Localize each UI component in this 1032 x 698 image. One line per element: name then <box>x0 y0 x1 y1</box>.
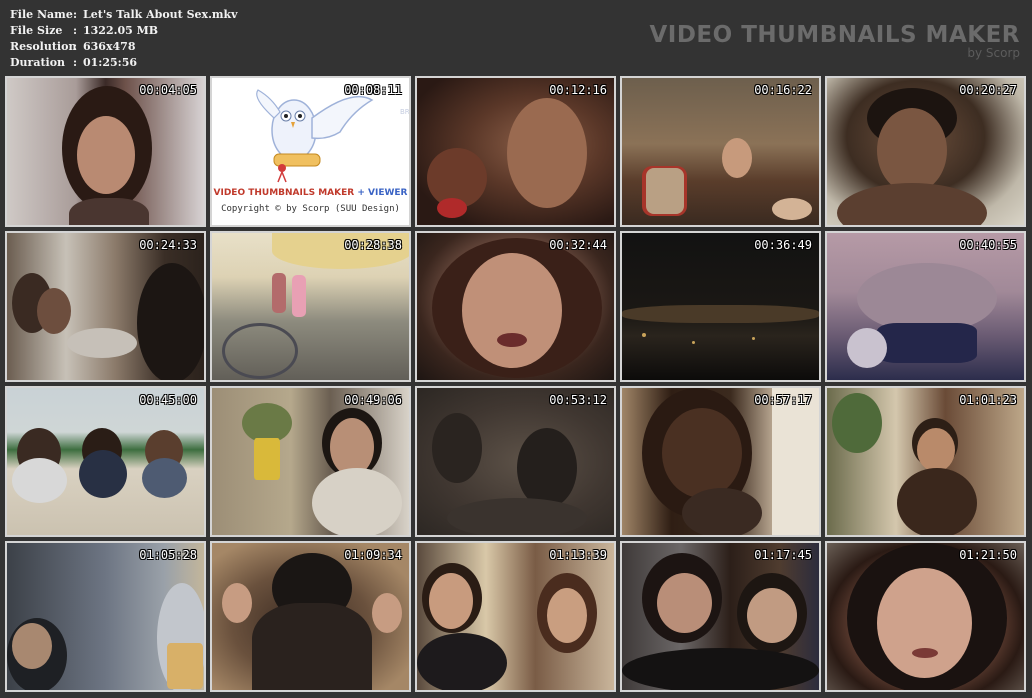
timestamp: 01:17:45 <box>754 548 812 562</box>
timestamp: 01:05:28 <box>139 548 197 562</box>
timestamp: 00:32:44 <box>549 238 607 252</box>
info-label: Duration <box>10 56 66 69</box>
info-row-file-size: File Size : 1322.05 MB <box>10 23 238 39</box>
thumbnail[interactable]: 00:16:22 <box>620 76 821 227</box>
info-label: Resolution <box>10 40 77 53</box>
frame-image <box>622 233 819 380</box>
thumbnail[interactable]: 00:40:55 <box>825 231 1026 382</box>
frame-image <box>622 388 819 535</box>
thumbnail[interactable]: 00:49:06 <box>210 386 411 537</box>
frame-image <box>212 233 409 380</box>
thumbnail[interactable]: 01:09:34 <box>210 541 411 692</box>
thumbnail[interactable]: 00:20:27 <box>825 76 1026 227</box>
info-row-duration: Duration : 01:25:56 <box>10 55 238 71</box>
timestamp: 00:49:06 <box>344 393 402 407</box>
timestamp: 00:08:11 <box>344 83 402 97</box>
timestamp: 00:04:05 <box>139 83 197 97</box>
brand-watermark: VIDEO THUMBNAILS MAKER by Scorp <box>649 22 1020 59</box>
info-separator: : <box>73 40 78 53</box>
thumbnail[interactable]: 00:32:44 <box>415 231 616 382</box>
frame-image <box>212 543 409 690</box>
thumbnail[interactable]: 00:28:38 <box>210 231 411 382</box>
timestamp: 00:36:49 <box>754 238 812 252</box>
frame-image <box>7 543 204 690</box>
thumbnail[interactable]: 01:17:45 <box>620 541 821 692</box>
thumbnail[interactable]: 00:24:33 <box>5 231 206 382</box>
info-separator: : <box>73 8 78 21</box>
thumbnail[interactable]: 00:53:12 <box>415 386 616 537</box>
info-value: 1322.05 MB <box>83 24 159 37</box>
frame-image <box>7 233 204 380</box>
thumbnail[interactable]: 00:36:49 <box>620 231 821 382</box>
frame-image <box>417 233 614 380</box>
thumbnail[interactable]: 01:01:23 <box>825 386 1026 537</box>
logo-title-red: VIDEO THUMBNAILS MAKER <box>213 188 355 198</box>
thumbnail[interactable]: 00:45:00 <box>5 386 206 537</box>
timestamp: 00:24:33 <box>139 238 197 252</box>
info-value: 01:25:56 <box>83 56 138 69</box>
thumbnail[interactable]: 01:13:39 <box>415 541 616 692</box>
info-label: File Name <box>10 8 73 21</box>
info-separator: : <box>73 24 78 37</box>
info-separator: : <box>73 56 78 69</box>
frame-image <box>417 78 614 225</box>
thumbnail[interactable]: 01:05:28 <box>5 541 206 692</box>
frame-image <box>827 543 1024 690</box>
timestamp: 01:21:50 <box>959 548 1017 562</box>
frame-image <box>417 543 614 690</box>
info-value: 636x478 <box>83 40 136 53</box>
info-row-file-name: File Name : Let's Talk About Sex.mkv <box>10 7 238 23</box>
thumbnail[interactable]: 00:04:05 <box>5 76 206 227</box>
frame-image <box>417 388 614 535</box>
frame-image <box>827 78 1024 225</box>
frame-image <box>827 233 1024 380</box>
timestamp: 00:57:17 <box>754 393 812 407</box>
timestamp: 00:45:00 <box>139 393 197 407</box>
timestamp: 01:13:39 <box>549 548 607 562</box>
logo-title: VIDEO THUMBNAILS MAKER + VIEWER <box>212 188 409 198</box>
logo-title-blue: VIEWER <box>368 188 408 198</box>
timestamp: 00:53:12 <box>549 393 607 407</box>
timestamp: 00:40:55 <box>959 238 1017 252</box>
timestamp: 00:28:38 <box>344 238 402 252</box>
logo-copyright: Copyright © by Scorp (SUU Design) <box>221 204 400 214</box>
frame-image <box>622 78 819 225</box>
owl-logo-icon: BR <box>212 78 409 225</box>
thumbnail[interactable]: 00:12:16 <box>415 76 616 227</box>
frame-image <box>622 543 819 690</box>
brand-title: VIDEO THUMBNAILS MAKER <box>649 22 1020 48</box>
logo-title-plus: + <box>354 188 369 198</box>
info-label: File Size <box>10 24 63 37</box>
frame-image: BR VIDEO THUMBNAILS MAKER + VIEWER Copyr… <box>212 78 409 225</box>
info-value: Let's Talk About Sex.mkv <box>83 8 238 21</box>
thumbnail-grid: 00:04:05 BR VIDEO THUMBNAILS MAKER + VIE… <box>5 76 1026 692</box>
brand-byline: by Scorp <box>967 46 1020 60</box>
thumbnail[interactable]: 00:57:17 <box>620 386 821 537</box>
timestamp: 00:12:16 <box>549 83 607 97</box>
file-info-panel: File Name : Let's Talk About Sex.mkv Fil… <box>10 7 238 71</box>
frame-image <box>7 78 204 225</box>
timestamp: 00:20:27 <box>959 83 1017 97</box>
timestamp: 00:16:22 <box>754 83 812 97</box>
frame-image <box>827 388 1024 535</box>
info-row-resolution: Resolution : 636x478 <box>10 39 238 55</box>
frame-image <box>7 388 204 535</box>
thumbnail[interactable]: 01:21:50 <box>825 541 1026 692</box>
frame-image <box>212 388 409 535</box>
timestamp: 01:09:34 <box>344 548 402 562</box>
timestamp: 01:01:23 <box>959 393 1017 407</box>
thumbnail-logo[interactable]: BR VIDEO THUMBNAILS MAKER + VIEWER Copyr… <box>210 76 411 227</box>
svg-text:BR: BR <box>400 108 409 116</box>
